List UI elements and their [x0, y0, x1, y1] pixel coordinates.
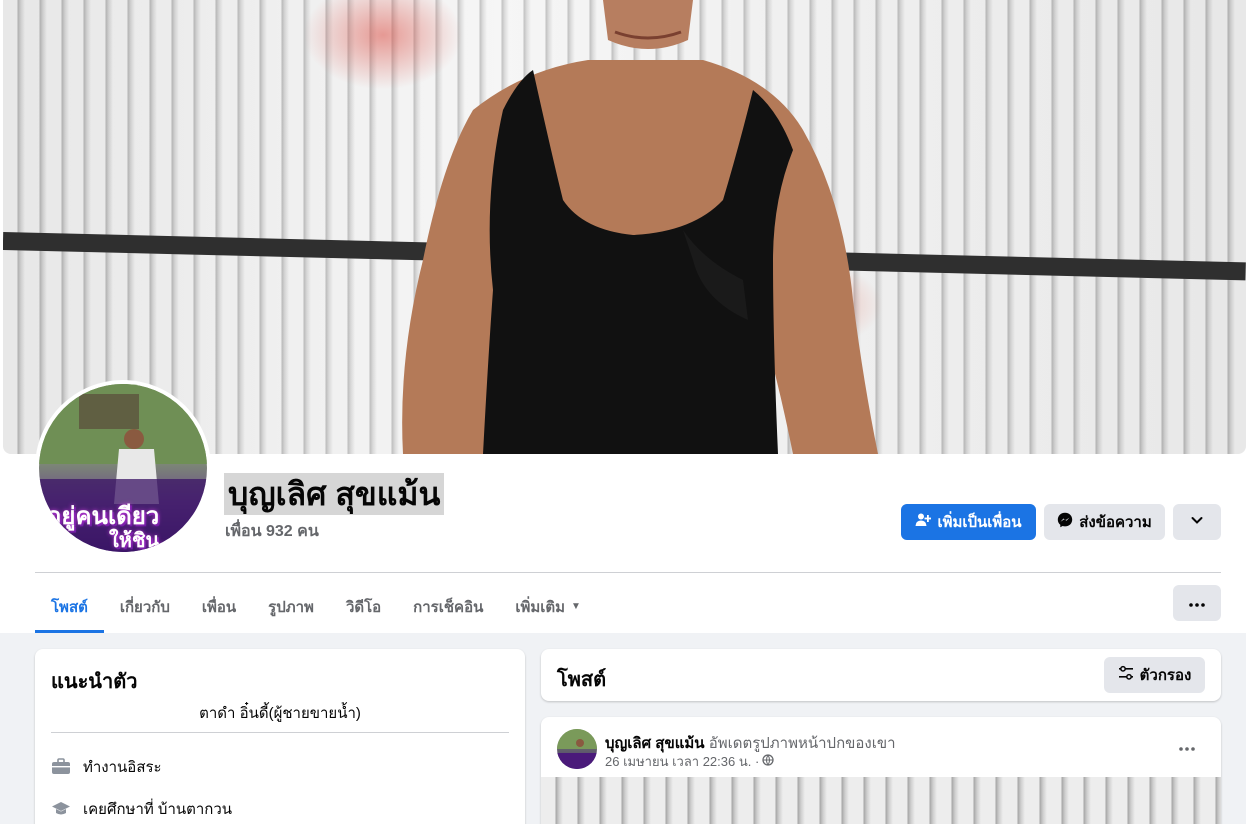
- post-image[interactable]: [541, 777, 1221, 824]
- message-button[interactable]: ส่งข้อความ: [1044, 504, 1165, 540]
- add-friend-label: เพิ่มเป็นเพื่อน: [937, 514, 1022, 531]
- avatar-caption-line2: ให้ชิน..: [109, 528, 175, 552]
- profile-tabs: โพสต์ เกี่ยวกับ เพื่อน รูปภาพ วิดีโอ การ…: [35, 580, 597, 633]
- intro-work-row: ทำงานอิสระ: [51, 755, 162, 779]
- globe-icon: [762, 754, 774, 769]
- tab-posts[interactable]: โพสต์: [35, 580, 104, 633]
- more-dots-icon: [1179, 738, 1195, 756]
- tab-checkins[interactable]: การเช็คอิน: [397, 580, 499, 633]
- chevron-down-icon: [1190, 513, 1204, 531]
- post-meta: 26 เมษายน เวลา 22:36 น. ·: [605, 751, 774, 772]
- graduation-cap-icon: [51, 799, 71, 819]
- post-author-avatar[interactable]: [557, 729, 597, 769]
- add-friend-icon: [915, 512, 932, 532]
- tab-friends[interactable]: เพื่อน: [186, 580, 252, 633]
- more-dots-icon: [1189, 594, 1205, 612]
- profile-more-button[interactable]: [1173, 504, 1221, 540]
- post-author-name[interactable]: บุญเลิศ สุขแม้น: [605, 735, 705, 752]
- intro-bio: ตาดำ อิ๋นดี้(ผู้ชายขายน้ำ): [199, 705, 361, 722]
- filter-sliders-icon: [1118, 665, 1134, 685]
- post-options-button[interactable]: [1169, 735, 1205, 759]
- friends-count[interactable]: เพื่อน 932 คน: [225, 519, 319, 544]
- tab-videos[interactable]: วิดีโอ: [330, 580, 397, 633]
- profile-avatar[interactable]: อยู่คนเดียว ให้ชิน..: [35, 380, 211, 556]
- intro-work-text: ทำงานอิสระ: [83, 759, 162, 776]
- profile-header: อยู่คนเดียว ให้ชิน.. บุญเลิศ สุขแม้น เพื…: [0, 0, 1246, 633]
- tabs-more-options-button[interactable]: [1173, 585, 1221, 621]
- caret-down-icon: ▼: [571, 601, 581, 612]
- tab-photos[interactable]: รูปภาพ: [252, 580, 330, 633]
- posts-header-card: โพสต์ ตัวกรอง: [541, 649, 1221, 701]
- tab-about[interactable]: เกี่ยวกับ: [104, 580, 186, 633]
- posts-title: โพสต์: [557, 669, 607, 691]
- post-card: บุญเลิศ สุขแม้น อัพเดตรูปภาพหน้าปกของเขา…: [541, 717, 1221, 824]
- add-friend-button[interactable]: เพิ่มเป็นเพื่อน: [901, 504, 1036, 540]
- message-label: ส่งข้อความ: [1079, 514, 1152, 531]
- filter-button[interactable]: ตัวกรอง: [1104, 657, 1205, 693]
- filter-label: ตัวกรอง: [1139, 667, 1192, 684]
- intro-divider: [51, 732, 509, 733]
- intro-title: แนะนำตัว: [51, 671, 138, 693]
- post-action-text: อัพเดตรูปภาพหน้าปกของเขา: [708, 735, 896, 752]
- intro-card: แนะนำตัว ตาดำ อิ๋นดี้(ผู้ชายขายน้ำ) ทำงา…: [35, 649, 525, 824]
- tab-more[interactable]: เพิ่มเติม ▼: [499, 580, 597, 633]
- intro-education-row: เคยศึกษาที่ บ้านตากวน: [51, 797, 232, 821]
- intro-education-text: เคยศึกษาที่ บ้านตากวน: [83, 801, 233, 818]
- messenger-icon: [1057, 512, 1073, 532]
- header-divider: [35, 572, 1221, 573]
- briefcase-icon: [51, 757, 71, 777]
- profile-name: บุญเลิศ สุขแม้น: [224, 473, 445, 515]
- post-timestamp[interactable]: 26 เมษายน เวลา 22:36 น. ·: [605, 751, 759, 772]
